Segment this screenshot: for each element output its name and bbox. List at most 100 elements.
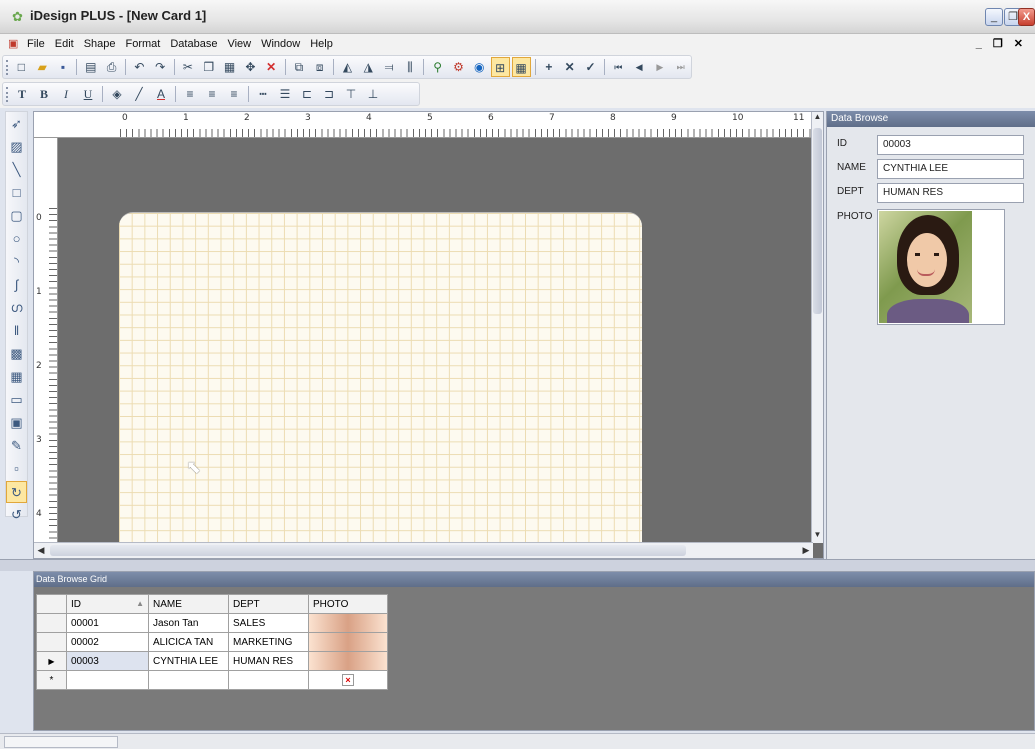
vertical-scroll-thumb[interactable] <box>813 128 822 314</box>
arc-tool-icon[interactable]: ◝ <box>6 251 27 273</box>
menu-window[interactable]: Window <box>256 34 305 54</box>
line-style-icon[interactable]: ┅ <box>253 84 273 104</box>
align-right-icon[interactable]: ≡ <box>224 84 244 104</box>
underline-icon[interactable]: U <box>78 84 98 104</box>
dept-field[interactable]: HUMAN RES <box>877 183 1024 203</box>
vertical-scrollbar[interactable]: ▲ ▼ <box>811 112 823 543</box>
rotate-tool-icon[interactable]: ↻ <box>6 481 27 503</box>
table-row[interactable]: 00002 ALICICA TAN MARKETING <box>36 632 388 652</box>
signature-tool-icon[interactable]: ✎ <box>6 435 27 457</box>
redo-icon[interactable]: ↷ <box>151 57 170 77</box>
scroll-right-icon[interactable]: ▶ <box>799 543 813 558</box>
table-row[interactable]: ▶ 00003 CYNTHIA LEE HUMAN RES <box>36 651 388 671</box>
post-record-icon[interactable]: ✓ <box>581 57 600 77</box>
cell-photo[interactable]: × <box>308 670 388 690</box>
name-field[interactable]: CYNTHIA LEE <box>877 159 1024 179</box>
cell-name[interactable]: ALICICA TAN <box>148 632 229 652</box>
align-bottom-icon[interactable]: ⊥ <box>363 84 383 104</box>
column-header-dept[interactable]: DEPT <box>228 594 309 614</box>
line-color-icon[interactable]: ╱ <box>129 84 149 104</box>
align-icon[interactable]: ⫤ <box>380 57 399 77</box>
print-preview-icon[interactable]: ▤ <box>81 57 100 77</box>
line-width-icon[interactable]: ☰ <box>275 84 295 104</box>
copy-icon[interactable]: ❐ <box>199 57 218 77</box>
prev-record-icon[interactable]: ◀ <box>630 57 649 77</box>
save-icon[interactable]: ▪ <box>54 57 73 77</box>
smartcard-tool-icon[interactable]: ▣ <box>6 412 27 434</box>
link-database-icon[interactable]: ⚲ <box>428 57 447 77</box>
magstripe-tool-icon[interactable]: ▭ <box>6 389 27 411</box>
add-record-icon[interactable]: + <box>539 57 558 77</box>
card-canvas[interactable] <box>119 212 642 544</box>
image-tool-icon[interactable]: ▨ <box>6 136 27 158</box>
cell-photo[interactable] <box>308 632 388 652</box>
menu-view[interactable]: View <box>222 34 256 54</box>
font-color-icon[interactable]: A <box>151 84 171 104</box>
menu-database[interactable]: Database <box>165 34 222 54</box>
toolbar-grip[interactable] <box>6 87 8 102</box>
ellipse-tool-icon[interactable]: ○ <box>6 228 27 250</box>
text-field-tool-icon[interactable]: ▫ <box>6 458 27 480</box>
snap-to-grid-icon[interactable]: ⊞ <box>490 57 510 77</box>
cell-dept[interactable]: SALES <box>228 613 309 633</box>
open-icon[interactable]: ▰ <box>33 57 52 77</box>
cell-photo[interactable] <box>308 613 388 633</box>
new-row-indicator[interactable]: * <box>36 670 67 690</box>
new-icon[interactable]: □ <box>12 57 31 77</box>
cut-icon[interactable]: ✂ <box>179 57 198 77</box>
cell-dept[interactable] <box>228 670 309 690</box>
toolbar-grip[interactable] <box>6 60 8 75</box>
cell-id[interactable] <box>66 670 149 690</box>
menu-help[interactable]: Help <box>305 34 338 54</box>
mdi-controls[interactable]: _ ❐ ✕ <box>976 34 1027 54</box>
menu-edit[interactable]: Edit <box>50 34 79 54</box>
barcode-tool-icon[interactable]: ‖ <box>6 320 27 342</box>
italic-icon[interactable]: I <box>56 84 76 104</box>
horizontal-scroll-thumb[interactable] <box>50 545 686 556</box>
delete-icon[interactable]: ✕ <box>262 57 281 77</box>
line-tool-icon[interactable]: ╲ <box>6 159 27 181</box>
bring-front-icon[interactable]: ⊐ <box>319 84 339 104</box>
menu-shape[interactable]: Shape <box>79 34 121 54</box>
reflect-tool-icon[interactable]: ↺ <box>6 504 27 526</box>
pdf417-tool-icon[interactable]: ▩ <box>6 343 27 365</box>
flip-vertical-icon[interactable]: ◮ <box>359 57 378 77</box>
next-record-icon[interactable]: ▶ <box>650 57 669 77</box>
cell-name[interactable] <box>148 670 229 690</box>
scroll-left-icon[interactable]: ◀ <box>34 543 48 558</box>
record-icon[interactable]: ◉ <box>470 57 489 77</box>
flip-horizontal-icon[interactable]: ◭ <box>338 57 357 77</box>
cell-id[interactable]: 00001 <box>66 613 149 633</box>
first-record-icon[interactable]: ⏮ <box>609 57 628 77</box>
column-header-id[interactable]: ID ▲ <box>66 594 149 614</box>
table-row[interactable]: 00001 Jason Tan SALES <box>36 613 388 633</box>
column-header-photo[interactable]: PHOTO <box>308 594 388 614</box>
bold-icon[interactable]: B <box>34 84 54 104</box>
row-selector[interactable] <box>36 613 67 633</box>
qr-tool-icon[interactable]: ▦ <box>6 366 27 388</box>
cell-name[interactable]: Jason Tan <box>148 613 229 633</box>
align-top-icon[interactable]: ⊤ <box>341 84 361 104</box>
pointer-tool-icon[interactable]: ➶ <box>6 113 27 135</box>
send-back-icon[interactable]: ⊏ <box>297 84 317 104</box>
row-selector[interactable] <box>36 632 67 652</box>
search-icon[interactable]: ⚙ <box>449 57 468 77</box>
id-field[interactable]: 00003 <box>877 135 1024 155</box>
scroll-down-icon[interactable]: ▼ <box>812 530 823 543</box>
rectangle-tool-icon[interactable]: □ <box>6 182 27 204</box>
align-left-icon[interactable]: ≡ <box>180 84 200 104</box>
menu-format[interactable]: Format <box>121 34 166 54</box>
paste-format-icon[interactable]: ⧈ <box>310 57 329 77</box>
delete-record-icon[interactable]: ✕ <box>560 57 579 77</box>
panel-splitter[interactable] <box>0 559 1035 571</box>
document-icon[interactable]: ▣ <box>8 37 22 50</box>
horizontal-scrollbar[interactable]: ◀ ▶ <box>34 542 813 558</box>
menu-file[interactable]: File <box>22 34 50 54</box>
align-center-icon[interactable]: ≡ <box>202 84 222 104</box>
rounded-rect-tool-icon[interactable]: ▢ <box>6 205 27 227</box>
barcode-icon[interactable]: ⫼ <box>401 57 420 77</box>
undo-icon[interactable]: ↶ <box>130 57 149 77</box>
design-workspace[interactable]: 0 1 2 3 4 5 6 7 8 9 10 11 0 1 2 3 4 ⬉ ▲ … <box>33 111 824 559</box>
cell-dept[interactable]: HUMAN RES <box>228 651 309 671</box>
cell-photo[interactable] <box>308 651 388 671</box>
